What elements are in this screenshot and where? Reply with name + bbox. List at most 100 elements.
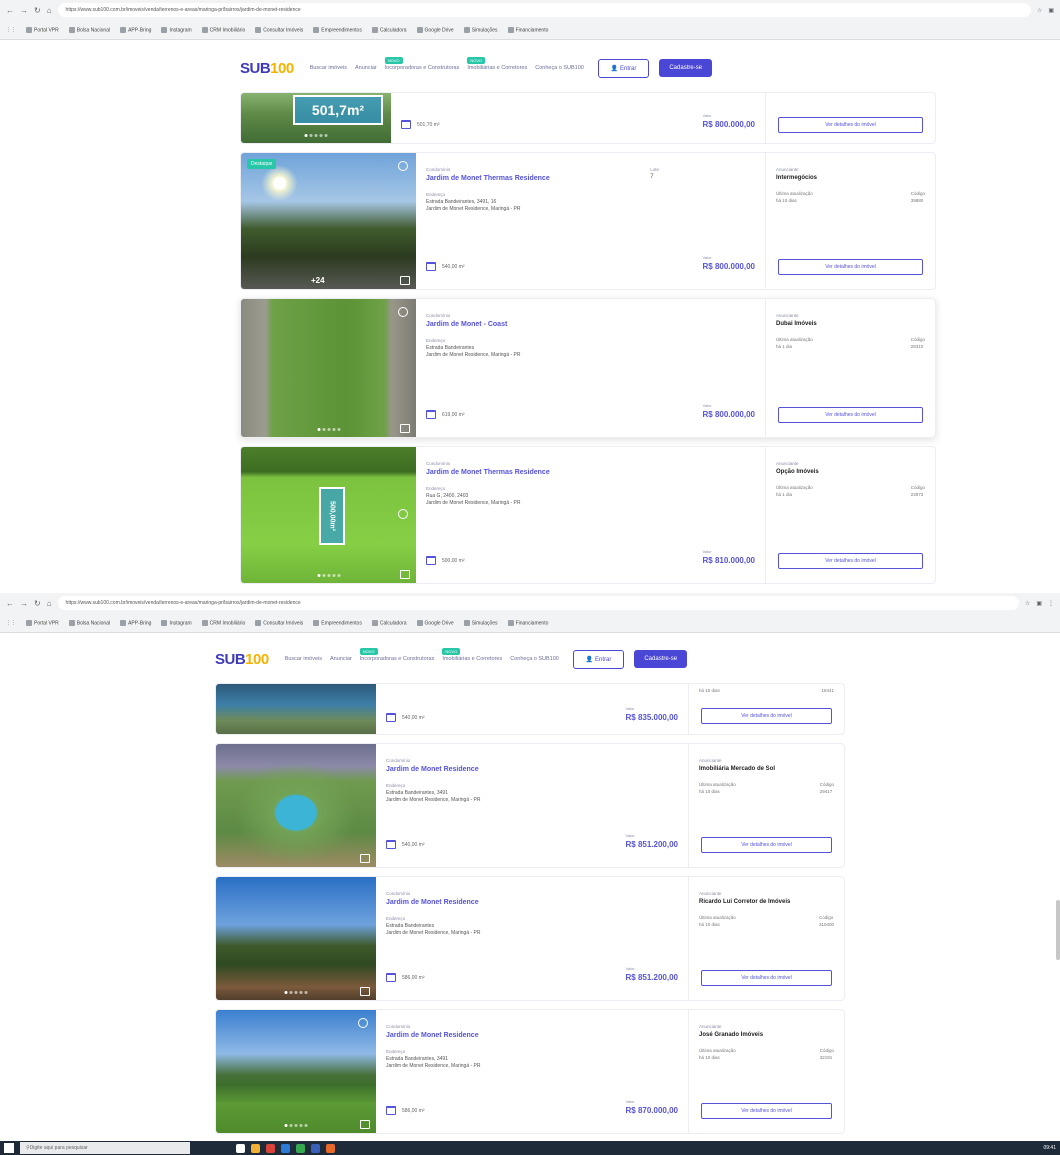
login-button[interactable]: 👤 Entrar	[572, 649, 625, 669]
star-icon[interactable]: ☆	[1037, 7, 1042, 14]
view-details-button[interactable]: Ver detalhes do imóvel	[778, 553, 923, 569]
taskbar-clock[interactable]: 09:41	[1043, 1145, 1056, 1151]
bookmark-item[interactable]: Portal VPR	[26, 26, 59, 33]
forward-icon[interactable]: →	[20, 6, 28, 15]
excel-icon[interactable]	[296, 1143, 305, 1153]
gallery-icon[interactable]	[400, 276, 410, 285]
bookmark-item[interactable]: CRM Imobiliário	[201, 26, 245, 33]
listing-card[interactable]: Condomínio Jardim de Monet Residence End…	[215, 1009, 845, 1134]
bookmark-item[interactable]: Instagram	[161, 26, 192, 33]
nav-imobiliarias[interactable]: NOVO Imobiliárias e Corretores	[442, 648, 502, 662]
listing-photo[interactable]	[216, 1010, 376, 1133]
bookmark-item[interactable]: Bolsa Nacional	[68, 619, 110, 626]
listing-card[interactable]: 540,00 m² Valor R$ 835.000,00 há 10 dias …	[215, 683, 845, 735]
view-details-button[interactable]: Ver detalhes do imóvel	[778, 117, 923, 133]
listing-title[interactable]: Jardim de Monet - Coast	[426, 321, 755, 328]
address-bar[interactable]: https://www.sub100.com.br/imoveis/venda/…	[57, 3, 1031, 17]
login-button[interactable]: 👤 Entrar	[597, 58, 650, 78]
gallery-icon[interactable]	[360, 987, 370, 996]
favorite-heart-icon[interactable]	[358, 1018, 368, 1028]
extension-icon[interactable]: ▣	[1048, 7, 1054, 14]
listing-photo[interactable]: Destaque +24	[241, 153, 416, 289]
view-details-button[interactable]: Ver detalhes do imóvel	[701, 1103, 832, 1119]
edge-icon[interactable]	[281, 1143, 290, 1153]
favorite-heart-icon[interactable]	[398, 161, 408, 171]
listing-photo[interactable]	[216, 684, 376, 734]
bookmark-item[interactable]: APP-Bring	[120, 26, 151, 33]
extension-icon[interactable]: ▣	[1036, 600, 1042, 607]
listing-photo[interactable]: 500,00m²	[241, 447, 416, 583]
view-details-button[interactable]: Ver detalhes do imóvel	[701, 837, 832, 853]
favorite-heart-icon[interactable]	[398, 307, 408, 317]
bookmark-item[interactable]: Calculadora	[371, 26, 407, 33]
gallery-icon[interactable]	[360, 854, 370, 863]
bookmark-item[interactable]: Google Drive	[416, 619, 454, 626]
listing-card[interactable]: 501,7m² 501,70 m² Valor R$ 800.000,00 Ver…	[240, 92, 936, 144]
listing-title[interactable]: Jardim de Monet Residence	[386, 899, 678, 906]
nav-incorporadoras[interactable]: NOVO Incorporadoras e Construtoras	[384, 57, 459, 71]
bookmark-item[interactable]: Google Drive	[416, 26, 454, 33]
reload-icon[interactable]: ↻	[34, 599, 41, 608]
view-details-button[interactable]: Ver detalhes do imóvel	[701, 970, 832, 986]
listing-card[interactable]: Destaque +24 Condomínio Jardim de Monet …	[240, 152, 936, 290]
nav-imobiliarias[interactable]: NOVO Imobiliárias e Corretores	[467, 57, 527, 71]
apps-icon[interactable]: ⋮⋮	[6, 27, 16, 33]
taskbar-search[interactable]: ⚲ Digite aqui para pesquisar	[20, 1142, 190, 1154]
nav-conheca[interactable]: Conheça o SUB100	[510, 656, 559, 662]
reload-icon[interactable]: ↻	[34, 6, 41, 15]
nav-buscar-imoveis[interactable]: Buscar imóveis	[310, 65, 347, 71]
bookmark-item[interactable]: Bolsa Nacional	[68, 26, 110, 33]
gallery-icon[interactable]	[400, 424, 410, 433]
page-scrollbar[interactable]	[1056, 900, 1060, 960]
view-details-button[interactable]: Ver detalhes do imóvel	[701, 708, 832, 724]
bookmark-item[interactable]: Financiamento	[507, 26, 548, 33]
listing-card[interactable]: Condomínio Jardim de Monet Residence End…	[215, 743, 845, 868]
listing-photo[interactable]	[241, 299, 416, 437]
signup-button[interactable]: Cadastre-se	[634, 650, 688, 668]
chrome-icon[interactable]	[266, 1143, 275, 1153]
site-logo[interactable]: SUB100	[240, 60, 294, 77]
listing-photo[interactable]	[216, 877, 376, 1000]
site-logo[interactable]: SUB100	[215, 651, 269, 668]
file-explorer-icon[interactable]	[251, 1143, 260, 1153]
menu-icon[interactable]: ⋮	[1048, 600, 1054, 607]
listing-card[interactable]: Condomínio Jardim de Monet Residence End…	[215, 876, 845, 1001]
listing-title[interactable]: Jardim de Monet Thermas Residence	[426, 469, 755, 476]
signup-button[interactable]: Cadastre-se	[659, 59, 713, 77]
word-icon[interactable]	[311, 1143, 320, 1153]
bookmark-item[interactable]: Instagram	[161, 619, 192, 626]
listing-title[interactable]: Jardim de Monet Thermas Residence	[426, 175, 755, 182]
gallery-icon[interactable]	[360, 1120, 370, 1129]
home-icon[interactable]: ⌂	[47, 599, 52, 608]
back-icon[interactable]: ←	[6, 599, 14, 608]
bookmark-item[interactable]: Simulações	[463, 26, 498, 33]
view-details-button[interactable]: Ver detalhes do imóvel	[778, 407, 923, 423]
favorite-heart-icon[interactable]	[398, 509, 408, 519]
listing-title[interactable]: Jardim de Monet Residence	[386, 1032, 678, 1039]
nav-buscar-imoveis[interactable]: Buscar imóveis	[285, 656, 322, 662]
forward-icon[interactable]: →	[20, 599, 28, 608]
bookmark-item[interactable]: Financiamento	[507, 619, 548, 626]
bookmark-item[interactable]: Portal VPR	[26, 619, 59, 626]
listing-title[interactable]: Jardim de Monet Residence	[386, 766, 678, 773]
home-icon[interactable]: ⌂	[47, 6, 52, 15]
star-icon[interactable]: ☆	[1025, 600, 1030, 607]
gallery-icon[interactable]	[400, 570, 410, 579]
nav-incorporadoras[interactable]: NOVO Incorporadoras e Construtoras	[359, 648, 434, 662]
bookmark-item[interactable]: CRM Imobiliário	[201, 619, 245, 626]
listing-card[interactable]: Condomínio Jardim de Monet - Coast Ender…	[240, 298, 936, 438]
nav-conheca[interactable]: Conheça o SUB100	[535, 65, 584, 71]
apps-icon[interactable]: ⋮⋮	[6, 620, 16, 626]
back-icon[interactable]: ←	[6, 6, 14, 15]
bookmark-item[interactable]: APP-Bring	[120, 619, 151, 626]
bookmark-item[interactable]: Consultar Imóveis	[255, 26, 303, 33]
bookmark-item[interactable]: Simulações	[463, 619, 498, 626]
windows-start-icon[interactable]	[4, 1143, 14, 1153]
bookmark-item[interactable]: Calculadora	[371, 619, 407, 626]
bookmark-item[interactable]: Consultar Imóveis	[255, 619, 303, 626]
nav-anunciar[interactable]: Anunciar	[330, 656, 352, 662]
listing-photo[interactable]: 501,7m²	[241, 93, 391, 143]
bookmark-item[interactable]: Empreendimentos	[313, 619, 362, 626]
bookmark-item[interactable]: Empreendimentos	[313, 26, 362, 33]
address-bar[interactable]: https://www.sub100.com.br/imoveis/venda/…	[57, 596, 1019, 610]
